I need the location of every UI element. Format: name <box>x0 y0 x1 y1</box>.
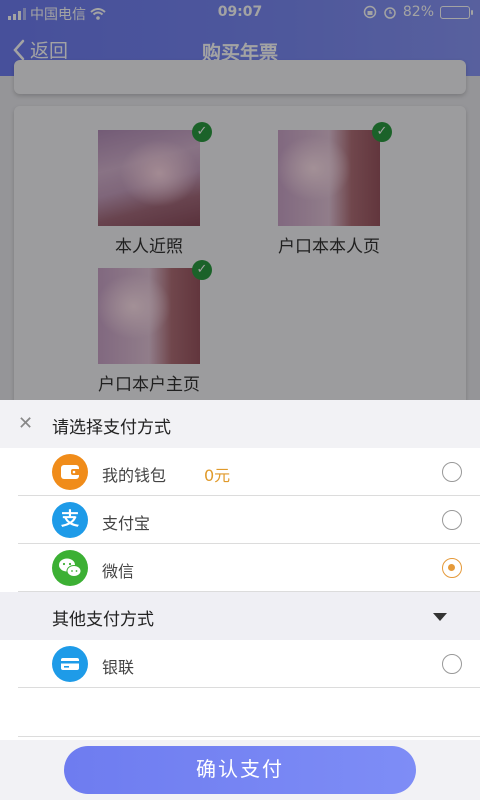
wallet-balance: 0元 <box>204 466 231 485</box>
wallet-icon <box>52 454 88 490</box>
confirm-pay-button[interactable]: 确认支付 <box>64 746 416 794</box>
other-payment-header[interactable]: 其他支付方式 <box>0 592 480 640</box>
wechat-icon <box>52 550 88 586</box>
payment-option-alipay[interactable]: 支 支付宝 <box>18 496 480 544</box>
option-label: 银联 <box>102 658 135 677</box>
other-payment-title: 其他支付方式 <box>52 610 154 630</box>
close-icon[interactable]: ✕ <box>18 413 33 434</box>
radio-button[interactable] <box>442 462 462 482</box>
radio-button[interactable] <box>442 654 462 674</box>
caret-down-icon <box>433 613 447 621</box>
option-label: 微信 <box>102 562 135 581</box>
radio-button[interactable] <box>442 510 462 530</box>
payment-option-wallet[interactable]: 我的钱包 0元 <box>18 448 480 496</box>
radio-button-selected[interactable] <box>442 558 462 578</box>
payment-option-unionpay[interactable]: 银联 <box>18 640 480 688</box>
option-label: 我的钱包 <box>102 466 167 485</box>
sheet-header: ✕ 请选择支付方式 <box>0 400 480 448</box>
divider <box>18 736 480 737</box>
payment-sheet: ✕ 请选择支付方式 我的钱包 0元 支 支付宝 微信 其他支付方式 银联 确认支… <box>0 400 480 800</box>
unionpay-card-icon <box>52 646 88 682</box>
alipay-icon: 支 <box>52 502 88 538</box>
sheet-footer: 确认支付 <box>0 740 480 800</box>
option-label: 支付宝 <box>102 514 151 533</box>
payment-option-wechat[interactable]: 微信 <box>18 544 480 592</box>
sheet-title: 请选择支付方式 <box>52 418 171 438</box>
